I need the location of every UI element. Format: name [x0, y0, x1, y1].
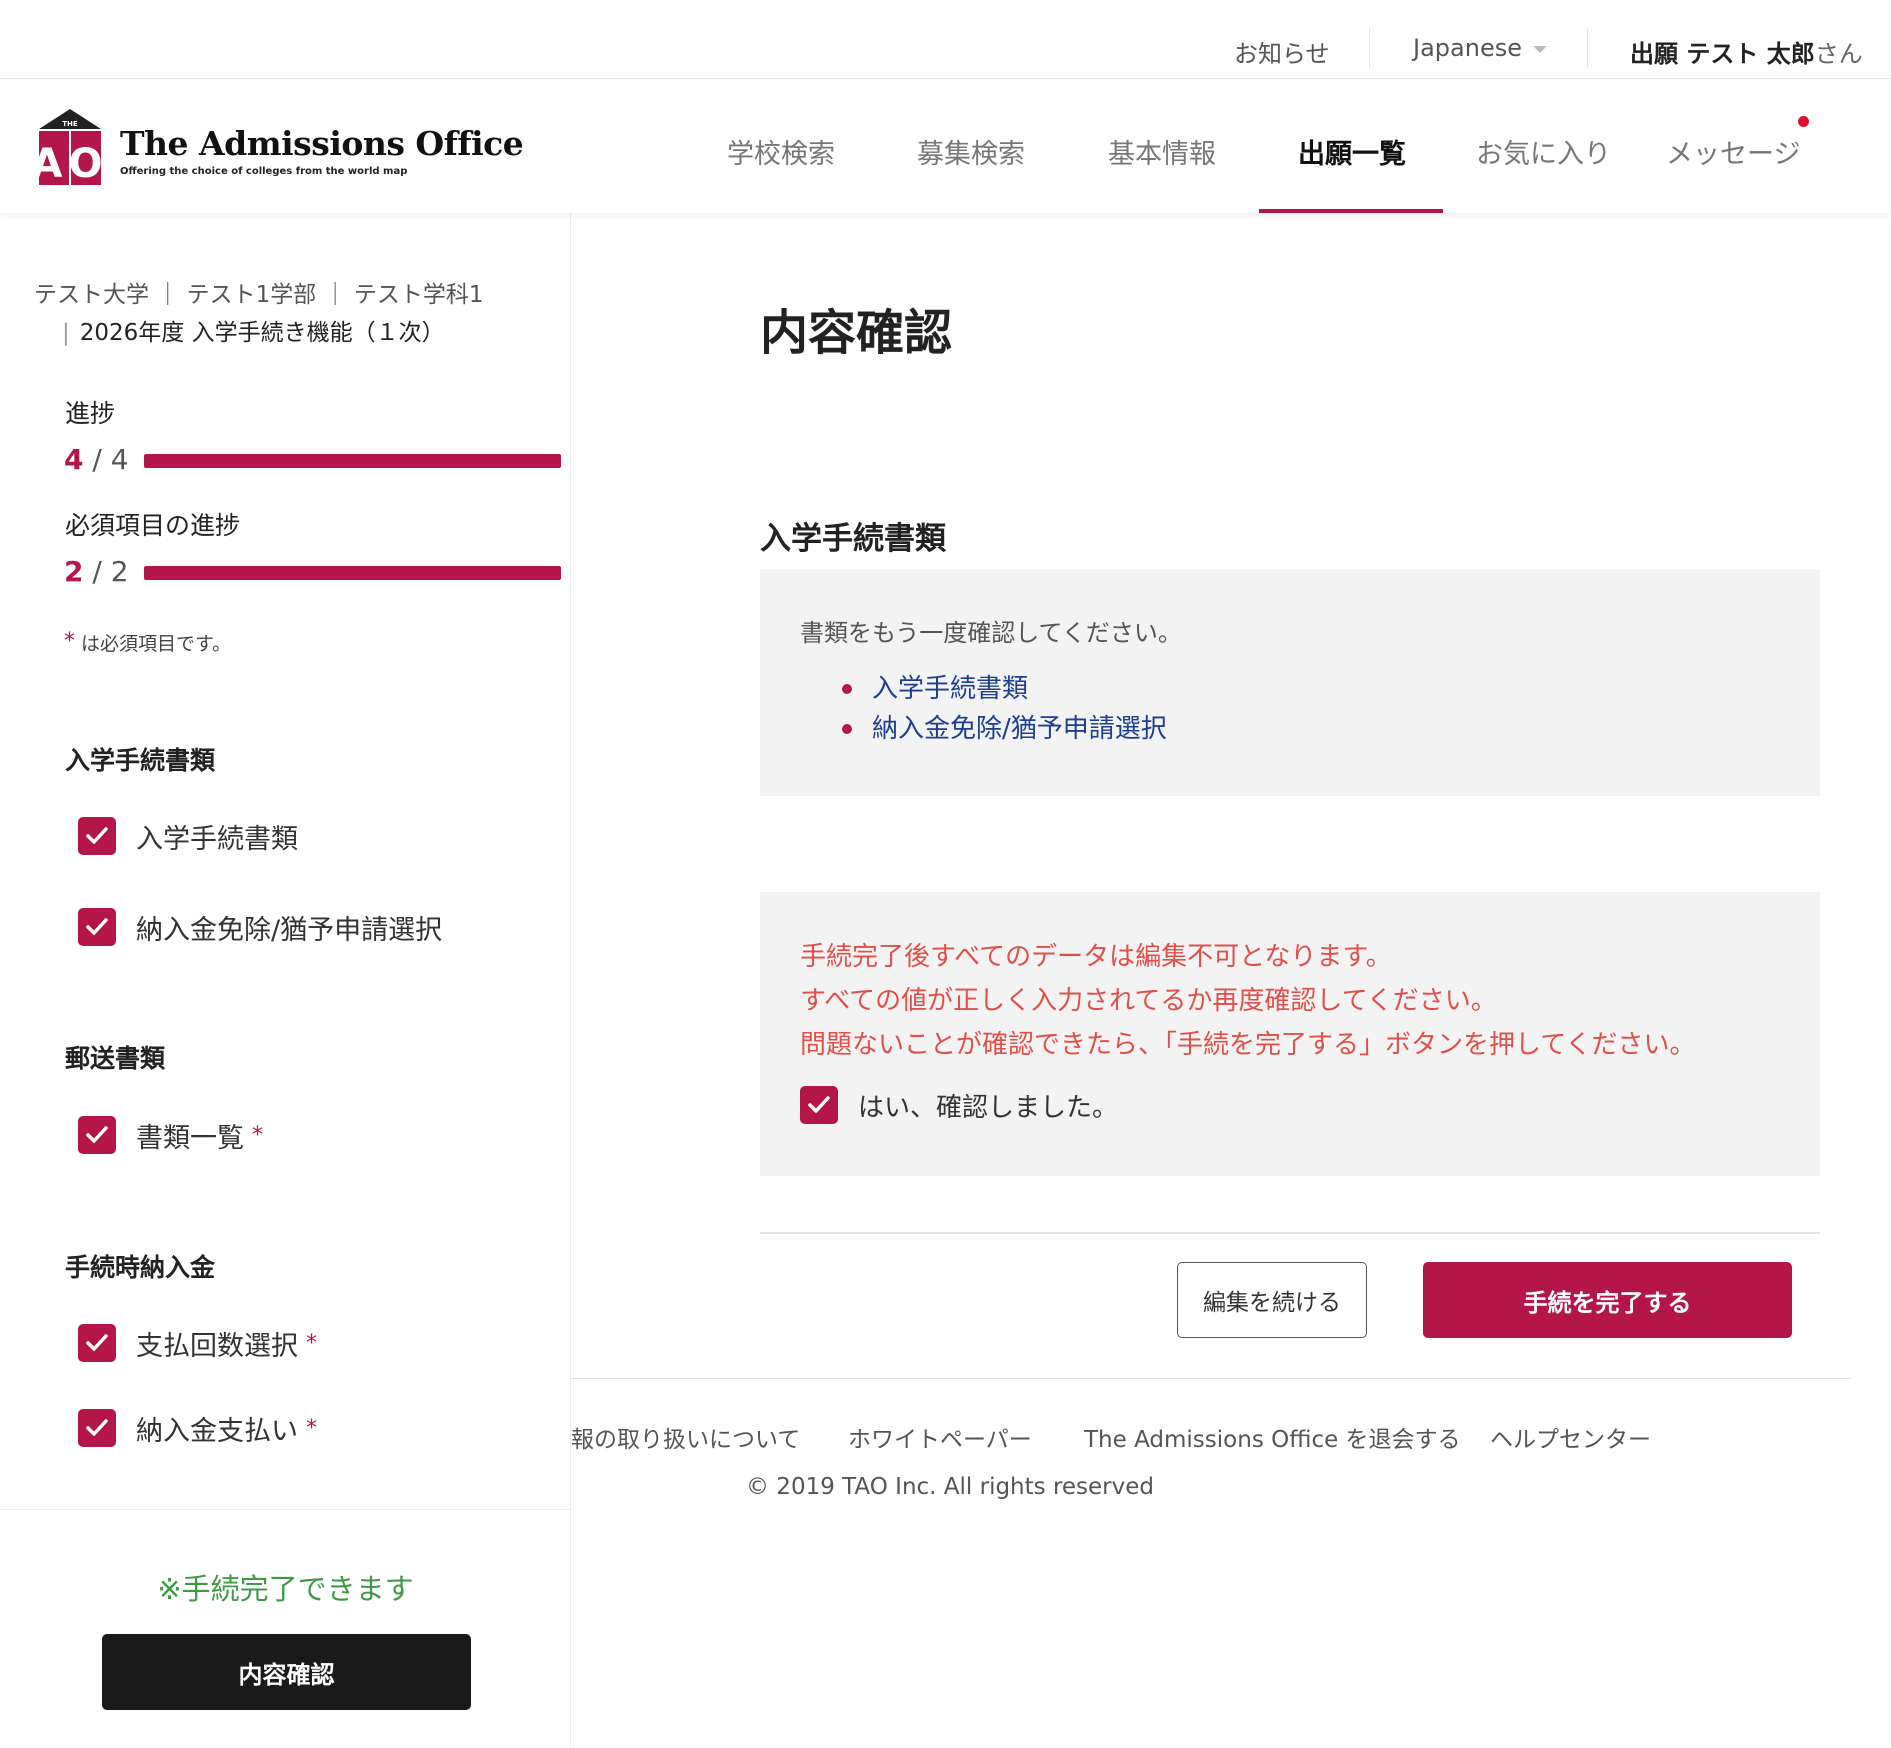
sidebar-item-label: 支払回数選択: [136, 1330, 298, 1362]
util-divider: [1587, 28, 1588, 68]
required-progress-label: 必須項目の進捗: [65, 511, 241, 540]
complete-status: ※手続完了できます: [157, 1572, 414, 1606]
sidebar-item-label: 納入金支払い: [136, 1415, 298, 1447]
footer-link-withdraw[interactable]: The Admissions Office を退会する: [1084, 1420, 1461, 1454]
nav-active-indicator: [1259, 209, 1443, 213]
svg-text:AO: AO: [37, 141, 103, 187]
checkbox-checked-icon: [78, 908, 116, 946]
footer-divider: [571, 1378, 1851, 1379]
progress-label: 進捗: [65, 399, 116, 428]
sidebar-item-payment[interactable]: 納入金支払い *: [78, 1408, 317, 1448]
svg-text:THE: THE: [62, 120, 78, 128]
footer-link-privacy[interactable]: 報の取り扱いについて: [571, 1420, 800, 1454]
confirm-checkbox[interactable]: はい、確認しました。: [800, 1086, 1118, 1124]
chevron-down-icon[interactable]: [1533, 46, 1547, 53]
document-review-box: 書類をもう一度確認してください。 入学手続書類 納入金免除/猶予申請選択: [760, 569, 1820, 796]
sidebar: テスト大学 ｜ テスト1学部 ｜ テスト学科1 | 2026年度 入学手続き機能（…: [0, 213, 571, 1748]
sidebar-item-label: 書類一覧: [136, 1122, 244, 1154]
doc-link-list: 入学手続書類 納入金免除/猶予申請選択: [842, 669, 1167, 749]
breadcrumb-exam: | 2026年度 入学手続き機能（１次）: [62, 320, 445, 346]
nav-recruit-search[interactable]: 募集検索: [917, 132, 1025, 171]
confirm-checkbox-label: はい、確認しました。: [858, 1092, 1119, 1123]
required-star-icon: *: [306, 1330, 317, 1356]
warning-text: すべての値が正しく入力されてるか再度確認してください。: [800, 986, 1497, 1016]
section-title: 入学手続書類: [760, 521, 946, 557]
warning-text: 手続完了後すべてのデータは編集不可となります。: [800, 942, 1392, 972]
sidebar-item-payment-count[interactable]: 支払回数選択 *: [78, 1323, 317, 1363]
news-link[interactable]: お知らせ: [1234, 34, 1330, 69]
sidebar-item-label: 納入金免除/猶予申請選択: [136, 914, 443, 946]
sidebar-item-enrollment-docs[interactable]: 入学手続書類: [78, 816, 298, 856]
footer-link-help-center[interactable]: ヘルプセンター: [1490, 1420, 1651, 1454]
section-heading-mail-docs: 郵送書類: [65, 1044, 166, 1073]
user-name: 出願 テスト 太郎: [1630, 40, 1815, 68]
brand-tagline: Offering the choice of colleges from the…: [120, 166, 408, 177]
progress-bar-fill: [144, 454, 561, 468]
required-star-icon: *: [252, 1122, 263, 1148]
sidebar-item-label: 入学手続書類: [136, 823, 298, 855]
required-progress-bar-fill: [144, 566, 561, 580]
checkbox-checked-icon: [78, 1116, 116, 1154]
notification-dot-icon: [1798, 116, 1809, 127]
brand-title[interactable]: The Admissions Office: [120, 124, 524, 163]
sidebar-item-fee-exemption[interactable]: 納入金免除/猶予申請選択: [78, 907, 442, 947]
required-note: * は必須項目です。: [64, 629, 232, 655]
checkbox-checked-icon: [78, 1324, 116, 1362]
confirm-content-button[interactable]: 内容確認: [102, 1634, 471, 1710]
warning-box: 手続完了後すべてのデータは編集不可となります。 すべての値が正しく入力されてるか…: [760, 892, 1820, 1176]
warning-text: 問題ないことが確認できたら、「手続を完了する」ボタンを押してください。: [800, 1030, 1696, 1060]
section-heading-enrollment-docs: 入学手続書類: [65, 746, 216, 775]
nav-messages[interactable]: メッセージ: [1666, 132, 1800, 171]
utility-bar: お知らせ Japanese 出願 テスト 太郎さん: [0, 0, 1891, 79]
nav-favorites[interactable]: お気に入り: [1476, 132, 1611, 171]
checkbox-checked-icon: [78, 1409, 116, 1447]
doc-link-enrollment[interactable]: 入学手続書類: [842, 669, 1167, 709]
tao-logo-icon[interactable]: THE AO: [32, 107, 103, 191]
required-progress-bar: [144, 566, 561, 580]
doc-intro-text: 書類をもう一度確認してください。: [800, 619, 1182, 647]
progress-bar: [144, 454, 561, 468]
sidebar-item-document-list[interactable]: 書類一覧 *: [78, 1115, 263, 1155]
continue-editing-button[interactable]: 編集を続ける: [1177, 1262, 1367, 1338]
divider: [760, 1232, 1820, 1234]
progress-count: 4 / 4: [64, 443, 129, 476]
copyright: © 2019 TAO Inc. All rights reserved: [746, 1474, 1155, 1500]
user-menu[interactable]: 出願 テスト 太郎さん: [1630, 34, 1863, 69]
nav-application-list[interactable]: 出願一覧: [1298, 132, 1406, 171]
checkbox-checked-icon: [78, 817, 116, 855]
required-star-icon: *: [306, 1415, 317, 1441]
doc-link-fee-exemption[interactable]: 納入金免除/猶予申請選択: [842, 709, 1167, 749]
nav-school-search[interactable]: 学校検索: [727, 132, 835, 171]
section-heading-payment: 手続時納入金: [65, 1253, 216, 1282]
page-title: 内容確認: [760, 305, 953, 361]
footer-links: 報の取り扱いについて ホワイトペーパー The Admissions Offic…: [571, 1420, 1891, 1460]
user-suffix: さん: [1814, 40, 1863, 68]
language-select[interactable]: Japanese: [1413, 34, 1522, 62]
breadcrumb: テスト大学 ｜ テスト1学部 ｜ テスト学科1: [34, 282, 484, 308]
nav-basic-info[interactable]: 基本情報: [1108, 132, 1216, 171]
util-divider: [1369, 28, 1370, 68]
main-header: THE AO The Admissions Office Offering th…: [0, 80, 1891, 213]
required-progress-count: 2 / 2: [64, 555, 129, 588]
sidebar-footer: ※手続完了できます 内容確認: [0, 1509, 571, 1748]
checkbox-checked-icon[interactable]: [800, 1086, 838, 1124]
footer-link-whitepaper[interactable]: ホワイトペーパー: [848, 1420, 1032, 1454]
complete-procedure-button[interactable]: 手続を完了する: [1423, 1262, 1792, 1338]
